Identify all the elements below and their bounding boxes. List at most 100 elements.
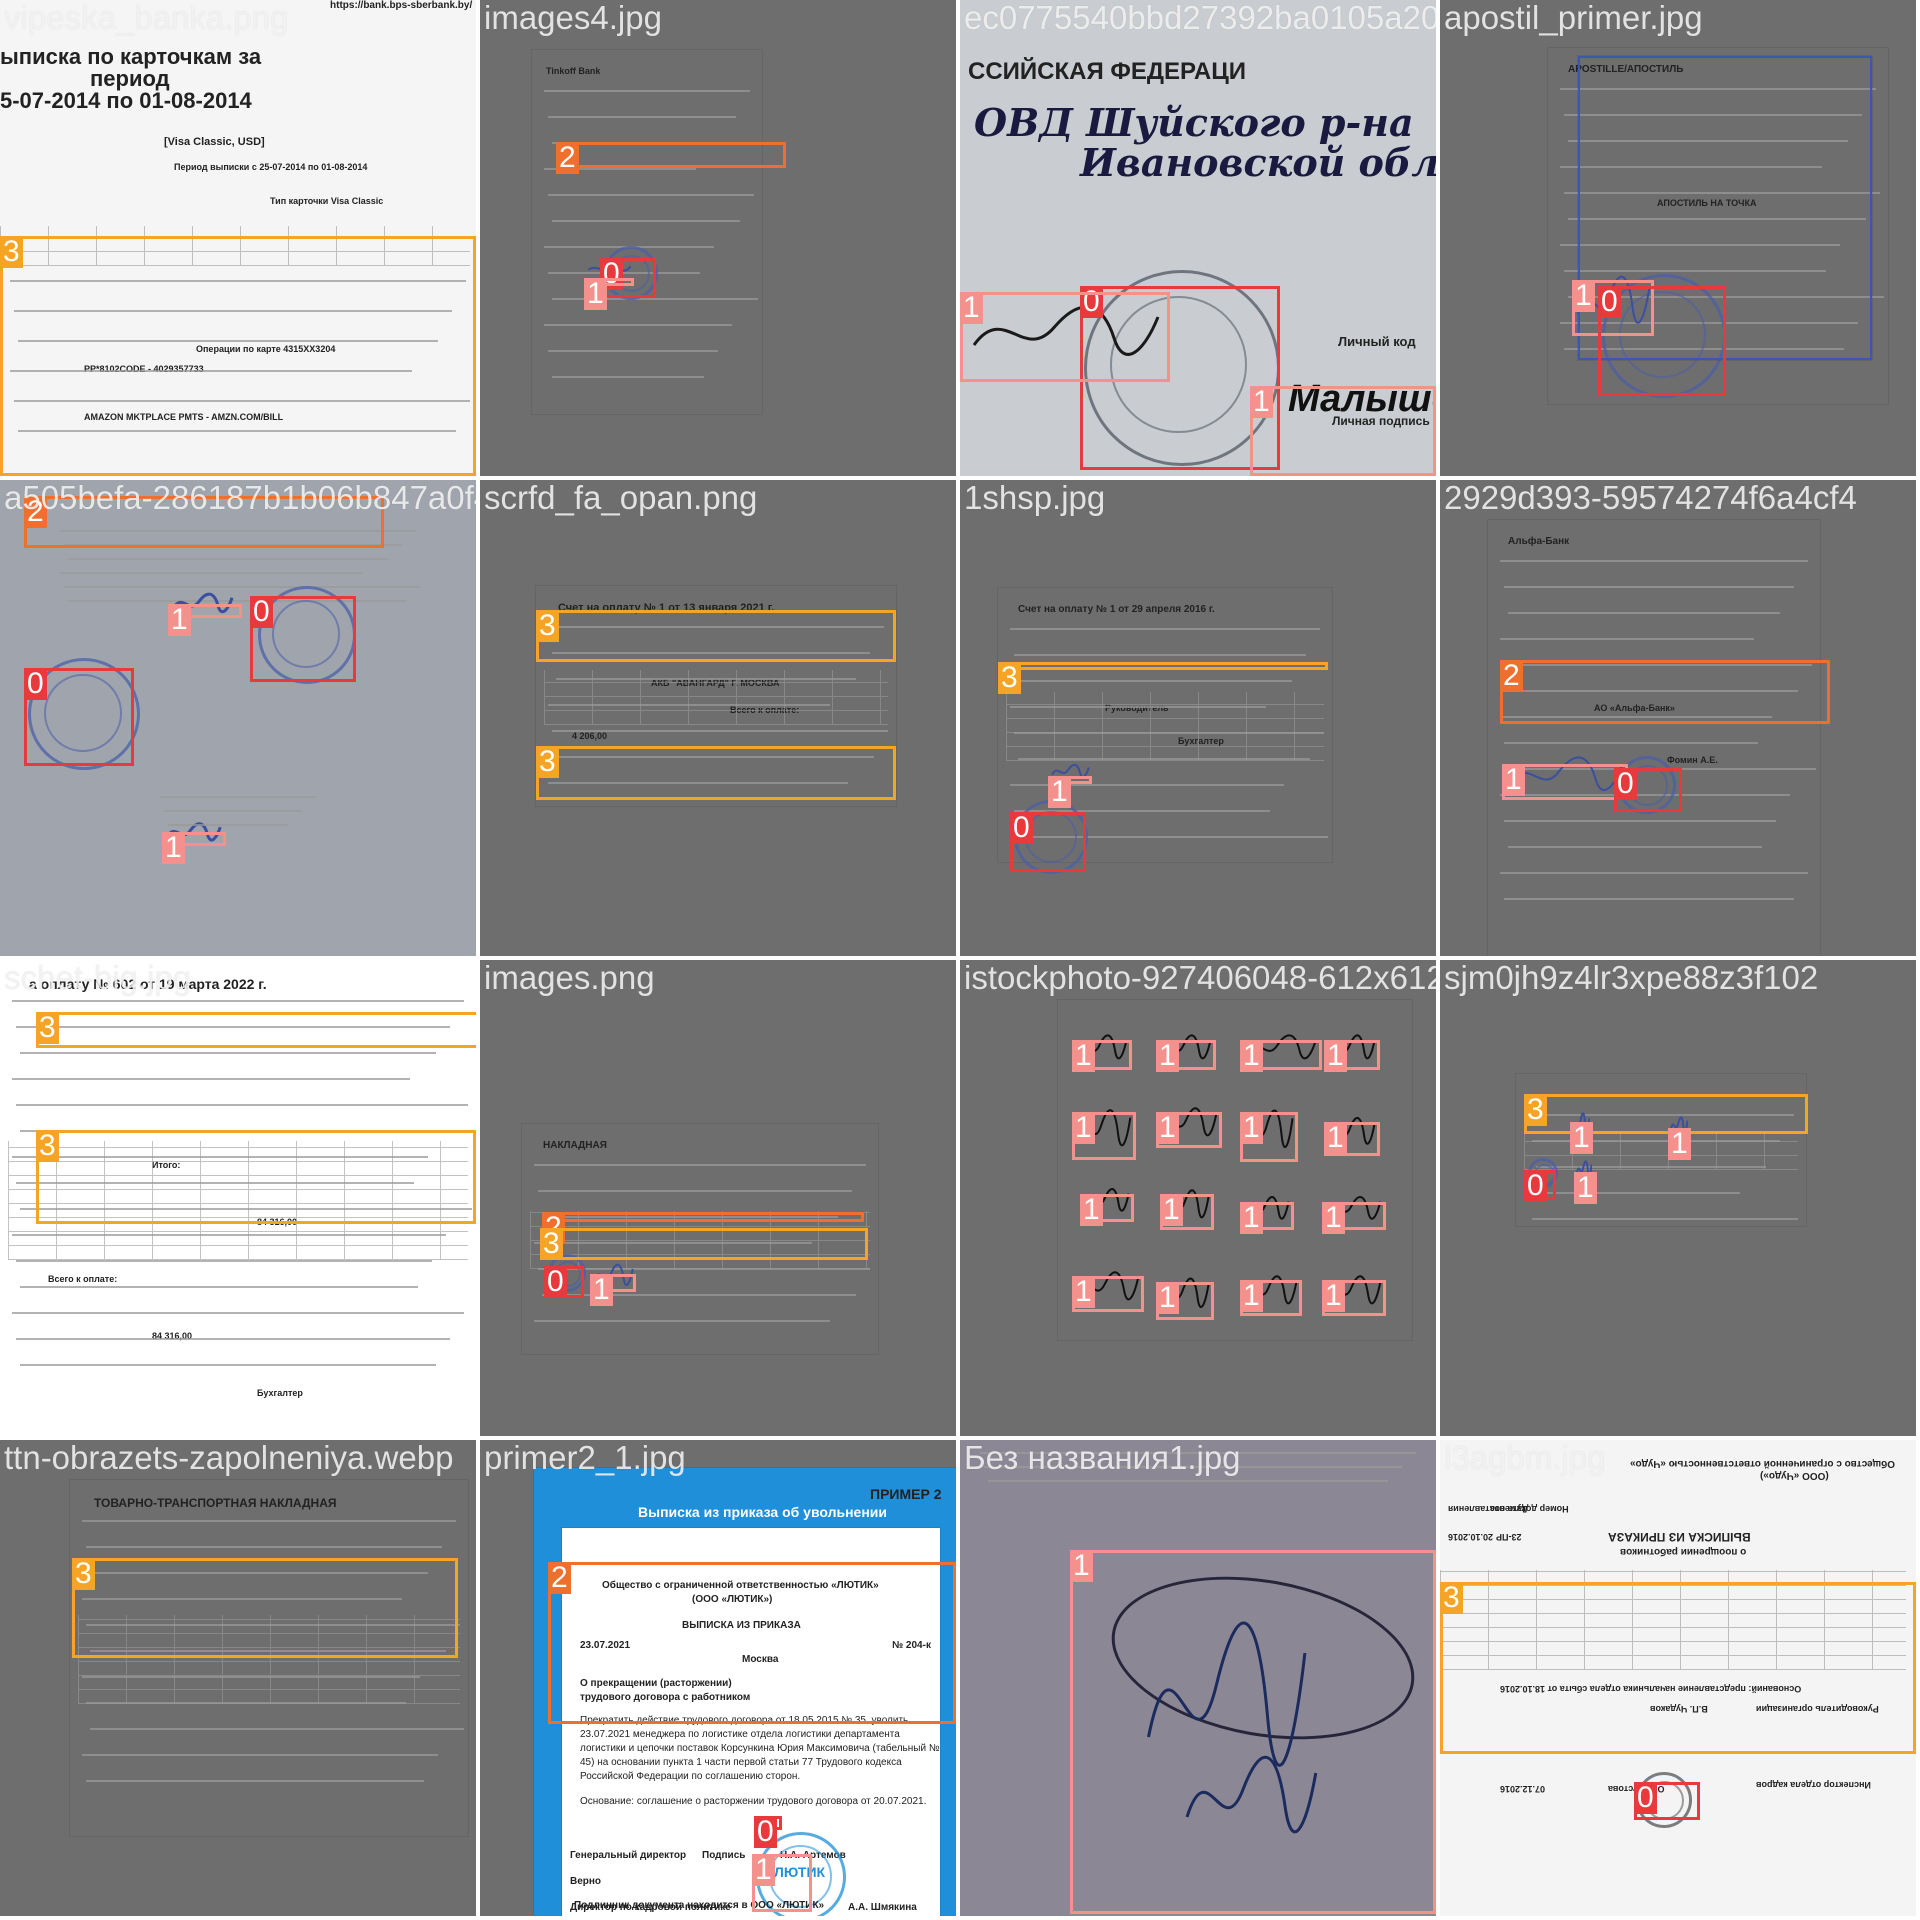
document-text: Личный код [1338, 334, 1416, 349]
detection-box-class-0[interactable]: 0 [754, 1816, 782, 1848]
detection-box-class-1[interactable]: 1 [1574, 1172, 1597, 1204]
detection-box-class-0[interactable]: 0 [250, 596, 356, 682]
detection-box-class-3[interactable]: 3 [36, 1012, 476, 1048]
detection-class-label: 1 [1156, 1040, 1179, 1072]
text-line [164, 810, 302, 812]
detection-box-class-1[interactable]: 1 [1240, 1280, 1302, 1316]
detection-box-class-1[interactable]: 1 [1240, 1112, 1298, 1162]
detection-class-label: 1 [1240, 1202, 1263, 1234]
handwritten-text: Ивановской обл [1080, 140, 1436, 185]
detection-box-class-1[interactable]: 1 [1240, 1040, 1322, 1072]
detection-box-class-1[interactable]: 1 [1080, 1194, 1134, 1226]
detection-class-label: 1 [1502, 764, 1525, 796]
text-line [1508, 612, 1780, 614]
tile-filename: istockphoto-927406048-612x612.jpg [964, 960, 1436, 996]
tile-filename: sjm0jh9z4lr3xpe88z3f102 [1444, 960, 1819, 996]
text-line [544, 90, 750, 92]
detection-box-class-1[interactable]: 1 [1240, 1202, 1294, 1234]
detection-box-class-1[interactable]: 1 [1072, 1276, 1144, 1312]
text-line [12, 1078, 410, 1080]
detection-box-class-1[interactable]: 1 [1156, 1282, 1214, 1320]
detection-class-label: 1 [1240, 1112, 1263, 1144]
document-text: Генеральный директор [570, 1850, 687, 1861]
detection-box-class-1[interactable]: 1 [1072, 1040, 1132, 1072]
document-text: 20.10.2016 [1448, 1532, 1494, 1542]
detection-box-class-1[interactable]: 1 [162, 832, 226, 864]
tile-filename: schet-big.jpg [4, 960, 192, 996]
detection-class-label: 1 [1048, 776, 1071, 808]
document-text: ПРИМЕР 2 [870, 1486, 942, 1502]
detection-box-class-3[interactable]: 3 [72, 1558, 458, 1658]
detection-box-class-0[interactable]: 0 [24, 668, 134, 766]
text-line [1532, 1218, 1798, 1220]
detection-box-class-1[interactable]: 1 [1250, 386, 1436, 476]
detection-box-class-3[interactable]: 3 [1440, 1582, 1916, 1754]
mosaic-tile: ТОВАРНО-ТРАНСПОРТНАЯ НАКЛАДНАЯ ttn-obraze… [0, 1440, 476, 1916]
document-text: Счет на оплату № 1 от 29 апреля 2016 г. [1018, 604, 1215, 615]
mosaic-tile: Альфа-Банк АО «Альфа-Банк» Фомин А.Е. 2929d… [1440, 480, 1916, 956]
order-basis: Основание: соглашение о расторжении труд… [580, 1796, 927, 1807]
detection-box-class-2[interactable]: 2 [548, 1562, 956, 1724]
detection-box-class-1[interactable]: 1 [1502, 764, 1628, 800]
document-text: А.А. Шмякина [848, 1902, 917, 1913]
mosaic-tile: Счет на оплату № 1 от 13 января 2021 г.А… [480, 480, 956, 956]
detection-box-class-1[interactable]: 1 [1324, 1122, 1380, 1156]
text-line [16, 1260, 432, 1262]
detection-box-class-1[interactable]: 1 [1072, 1112, 1136, 1160]
text-line [552, 220, 740, 222]
mosaic-tile: Tinkoff Bank images4.jpg 2 0 1 [480, 0, 956, 476]
mosaic-tile: APOSTILLE/АПОСТИЛЬ АПОСТИЛЬ НА ТОЧКА apost… [1440, 0, 1916, 476]
text-line [1500, 638, 1754, 640]
detection-box-class-3[interactable]: 3 [1524, 1094, 1808, 1134]
mosaic-tile: ССИЙСКАЯ ФЕДЕРАЦИ ОВД Шуйского р-на Иванов… [960, 0, 1436, 476]
detection-box-class-1[interactable]: 1 [1156, 1040, 1216, 1072]
detection-box-class-1[interactable]: 1 [1668, 1128, 1691, 1160]
detection-box-class-1[interactable]: 1 [1570, 1122, 1593, 1154]
mosaic-tile: Счет на оплату № 1 от 29 апреля 2016 г.Р… [960, 480, 1436, 956]
document-text: [Visa Classic, USD] [164, 136, 265, 148]
document-text: Фомин А.Е. [1667, 755, 1718, 765]
detection-box-class-3[interactable]: 3 [0, 236, 476, 476]
detection-box-class-1[interactable]: 1 [590, 1274, 636, 1306]
detection-box-class-2[interactable]: 2 [556, 142, 786, 174]
text-line [68, 558, 388, 560]
detection-box-class-1[interactable]: 1 [1322, 1280, 1386, 1316]
detection-box-class-1[interactable]: 1 [168, 604, 242, 636]
text-line [20, 1364, 436, 1366]
detection-box-class-2[interactable]: 2 [1500, 660, 1830, 724]
detection-box-class-1[interactable]: 1 [584, 278, 634, 310]
text-line [60, 572, 362, 574]
detection-box-class-1[interactable]: 1 [1322, 1202, 1386, 1234]
detection-class-label: 2 [1500, 660, 1523, 692]
document-text: (ООО «Чудо») [1760, 1470, 1829, 1481]
detection-box-class-1[interactable]: 1 [1324, 1040, 1380, 1072]
detection-box-class-3[interactable]: 3 [536, 610, 896, 662]
document-image: Tinkoff Bank [532, 50, 762, 414]
detection-box-class-1[interactable]: 1 [752, 1854, 812, 1912]
detection-box-class-0[interactable]: 0 [544, 1266, 584, 1298]
text-line [1508, 846, 1762, 848]
detection-class-label: 2 [548, 1562, 571, 1594]
document-text: Инспектор отдела кадров [1756, 1780, 1871, 1790]
detection-box-class-3[interactable]: 3 [36, 1130, 476, 1224]
detection-box-class-0[interactable]: 0 [1598, 286, 1726, 396]
text-line [82, 1754, 438, 1756]
detection-class-label: 1 [1080, 1194, 1103, 1226]
detection-box-class-1[interactable]: 1 [960, 292, 1170, 382]
detection-box-class-0[interactable]: 0 [1634, 1782, 1700, 1820]
detection-box-class-0[interactable]: 0 [1614, 768, 1682, 812]
detection-box-class-0[interactable]: 0 [1524, 1170, 1556, 1202]
detection-box-class-1[interactable]: 1 [1070, 1550, 1436, 1914]
mosaic-tile: sjm0jh9z4lr3xpe88z3f102 3 1 1 1 0 [1440, 960, 1916, 1436]
detection-box-class-1[interactable]: 1 [1156, 1112, 1222, 1148]
detection-box-class-2[interactable]: 2 [542, 1212, 864, 1244]
detection-box-class-1[interactable]: 1 [1160, 1194, 1214, 1230]
detection-box-class-3[interactable]: 3 [540, 1228, 868, 1260]
detection-box-class-0[interactable]: 0 [1010, 812, 1086, 872]
detection-box-class-3[interactable]: 3 [536, 746, 896, 800]
detection-box-class-1[interactable]: 1 [1048, 776, 1092, 808]
detection-class-label: 0 [754, 1816, 777, 1848]
text-line [90, 1728, 464, 1730]
detection-box-class-3[interactable]: 3 [998, 662, 1328, 694]
text-line [1018, 680, 1292, 682]
